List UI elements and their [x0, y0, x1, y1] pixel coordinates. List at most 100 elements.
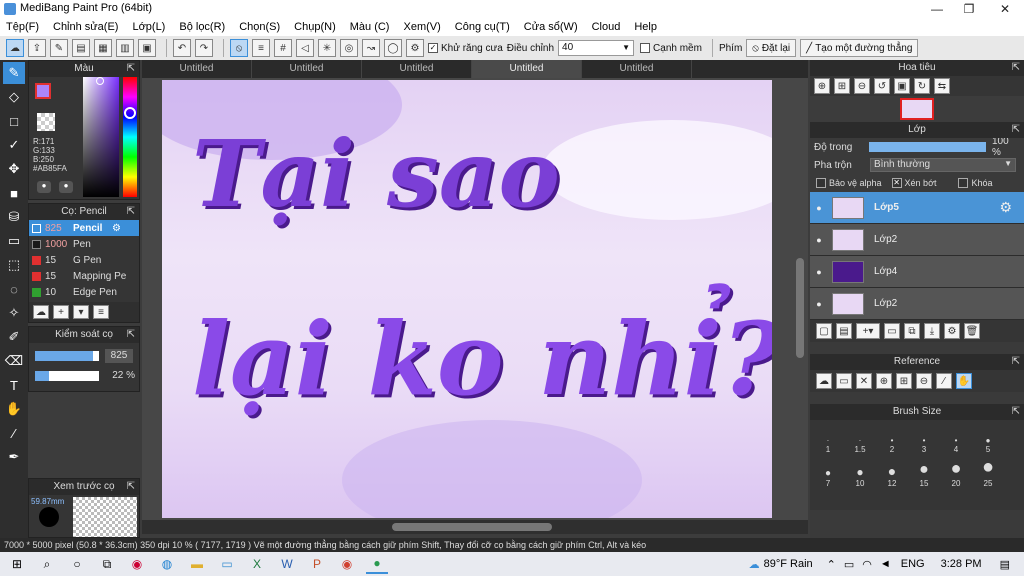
adjust-select[interactable]: 40 ▼	[558, 40, 635, 56]
menu-tools[interactable]: Công cụ(T)	[455, 21, 510, 33]
popout-icon[interactable]: ⇱	[127, 204, 135, 220]
lock-checkbox[interactable]	[958, 178, 969, 188]
eyedropper-icon[interactable]: ⁄	[936, 373, 952, 389]
snap-grid-icon[interactable]: #	[274, 39, 292, 57]
popout-icon[interactable]: ⇱	[1012, 354, 1020, 370]
task-view-icon[interactable]: ⧉	[96, 554, 118, 574]
maximize-button[interactable]: ❐	[952, 0, 986, 18]
brush-size-option[interactable]: ● 25	[972, 456, 1004, 488]
wifi-icon[interactable]: ◠	[862, 558, 872, 571]
reset-button[interactable]: ⦸ Đặt lại	[746, 39, 797, 57]
close-button[interactable]: ✕	[988, 0, 1022, 18]
swap-icon[interactable]: ●	[59, 181, 73, 193]
select-pen-icon[interactable]: ✐	[3, 326, 25, 348]
primary-color-swatch[interactable]	[35, 83, 51, 99]
upload-icon[interactable]: ⇪	[28, 39, 46, 57]
brush-size-option[interactable]: · 1	[812, 436, 844, 454]
brush-tool-icon[interactable]: ✎	[3, 62, 25, 84]
brush-size-option[interactable]: · 1.5	[844, 436, 876, 454]
close-icon[interactable]: ✕	[856, 373, 872, 389]
dot-tool-icon[interactable]: □	[3, 110, 25, 132]
rotate-left-icon[interactable]: ↺	[874, 78, 890, 94]
cloud-icon[interactable]: ☁	[6, 39, 24, 57]
snap-perspective-icon[interactable]: ◁	[296, 39, 314, 57]
popout-icon[interactable]: ⇱	[1012, 404, 1020, 420]
panel-icon[interactable]: ▤	[72, 39, 90, 57]
transparent-swatch[interactable]	[37, 113, 55, 131]
eraser-tool-icon[interactable]: ◇	[3, 86, 25, 108]
word-icon[interactable]: W	[276, 554, 298, 574]
fit-icon[interactable]: ▣	[894, 78, 910, 94]
grid-icon[interactable]: ▣	[138, 39, 156, 57]
navigator-preview[interactable]	[810, 96, 1024, 122]
flip-icon[interactable]: ⇆	[934, 78, 950, 94]
menu-help[interactable]: Help	[634, 21, 657, 33]
clock[interactable]: 3:28 PM	[941, 558, 982, 570]
popout-icon[interactable]: ⇱	[1012, 60, 1020, 76]
hue-handle[interactable]	[124, 107, 136, 119]
selection-pen-icon[interactable]: ✓	[3, 134, 25, 156]
horizontal-scrollbar[interactable]	[142, 520, 808, 534]
pc-icon[interactable]: ▭	[216, 554, 238, 574]
visibility-icon[interactable]: ●	[810, 267, 828, 277]
new-halftone-icon[interactable]: ▤	[836, 323, 852, 339]
brush-item[interactable]: 15 Mapping Pe	[29, 268, 139, 284]
language-indicator[interactable]: ENG	[901, 558, 925, 570]
drawing-canvas[interactable]: Tại sao lại ko nhỉ?	[162, 80, 772, 518]
popout-icon[interactable]: ⇱	[127, 479, 135, 495]
clipping-checkbox[interactable]: ✕	[891, 178, 902, 188]
brush-size-option[interactable]: • 3	[908, 436, 940, 454]
frame-icon[interactable]: ▥	[116, 39, 134, 57]
menu-window[interactable]: Cửa sổ(W)	[524, 21, 578, 33]
document-tab[interactable]: Untitled	[362, 60, 472, 78]
brush-size-option[interactable]: ● 12	[876, 463, 908, 488]
brush-size-option[interactable]: ● 20	[940, 458, 972, 488]
zoom-out-icon[interactable]: ⊖	[854, 78, 870, 94]
text-tool-icon[interactable]: T	[3, 374, 25, 396]
gradient-tool-icon[interactable]: ▭	[3, 230, 25, 252]
eyedropper-icon[interactable]: ⁄	[3, 422, 25, 444]
create-line-button[interactable]: ╱ Tạo một đường thẳng	[800, 39, 919, 57]
new-brush-icon[interactable]: +	[53, 305, 69, 319]
snap-off-icon[interactable]: ⦸	[230, 39, 248, 57]
folder-icon[interactable]: ▭	[884, 323, 900, 339]
brush-size-option[interactable]: ● 10	[844, 465, 876, 488]
visibility-icon[interactable]: ●	[810, 235, 828, 245]
snap-curve-icon[interactable]: ↝	[362, 39, 380, 57]
saturation-value-picker[interactable]	[83, 77, 119, 197]
edge-icon[interactable]: ◍	[156, 554, 178, 574]
rotate-right-icon[interactable]: ↻	[914, 78, 930, 94]
add-brush-icon[interactable]: ▾	[73, 305, 89, 319]
zoom-fit-icon[interactable]: ⊞	[896, 373, 912, 389]
blend-mode-select[interactable]: Bình thường ▼	[870, 158, 1016, 172]
brush-size-option[interactable]: ● 15	[908, 461, 940, 488]
duplicate-icon[interactable]: ⧉	[904, 323, 920, 339]
volume-icon[interactable]: ◄	[880, 558, 891, 570]
search-icon[interactable]: ⌕	[36, 554, 58, 574]
new-layer-icon[interactable]: ▢	[816, 323, 832, 339]
explorer-icon[interactable]: ▬	[186, 554, 208, 574]
brush-item[interactable]: 1000 Pen	[29, 236, 139, 252]
menu-file[interactable]: Tệp(F)	[6, 21, 39, 33]
battery-icon[interactable]: ▭	[844, 558, 854, 571]
tray-up-icon[interactable]: ⌃	[827, 558, 836, 571]
canvas-area[interactable]: Tại sao lại ko nhỉ?	[142, 78, 808, 520]
merge-icon[interactable]: ⤓	[924, 323, 940, 339]
soft-edge-checkbox[interactable]	[640, 43, 651, 53]
excel-icon[interactable]: X	[246, 554, 268, 574]
bucket-tool-icon[interactable]: ⛁	[3, 206, 25, 228]
brush-size-option[interactable]: • 4	[940, 436, 972, 454]
hand-icon[interactable]: ✋	[956, 373, 972, 389]
menu-cloud[interactable]: Cloud	[592, 21, 621, 33]
zoom-in-icon[interactable]: ⊕	[876, 373, 892, 389]
protect-alpha-checkbox[interactable]	[816, 178, 826, 188]
vertical-scrollbar[interactable]	[796, 258, 804, 358]
layers-icon[interactable]: ▦	[94, 39, 112, 57]
layer-row[interactable]: ● Lớp4	[810, 256, 1024, 288]
brush-opacity-slider[interactable]	[35, 371, 99, 381]
brush-item[interactable]: 825 Pencil ⚙	[29, 220, 139, 236]
popout-icon[interactable]: ⇱	[127, 327, 135, 343]
minimize-button[interactable]: —	[920, 0, 954, 18]
color-picker-handle[interactable]	[96, 77, 104, 85]
gear-icon[interactable]: ⚙	[112, 223, 121, 234]
